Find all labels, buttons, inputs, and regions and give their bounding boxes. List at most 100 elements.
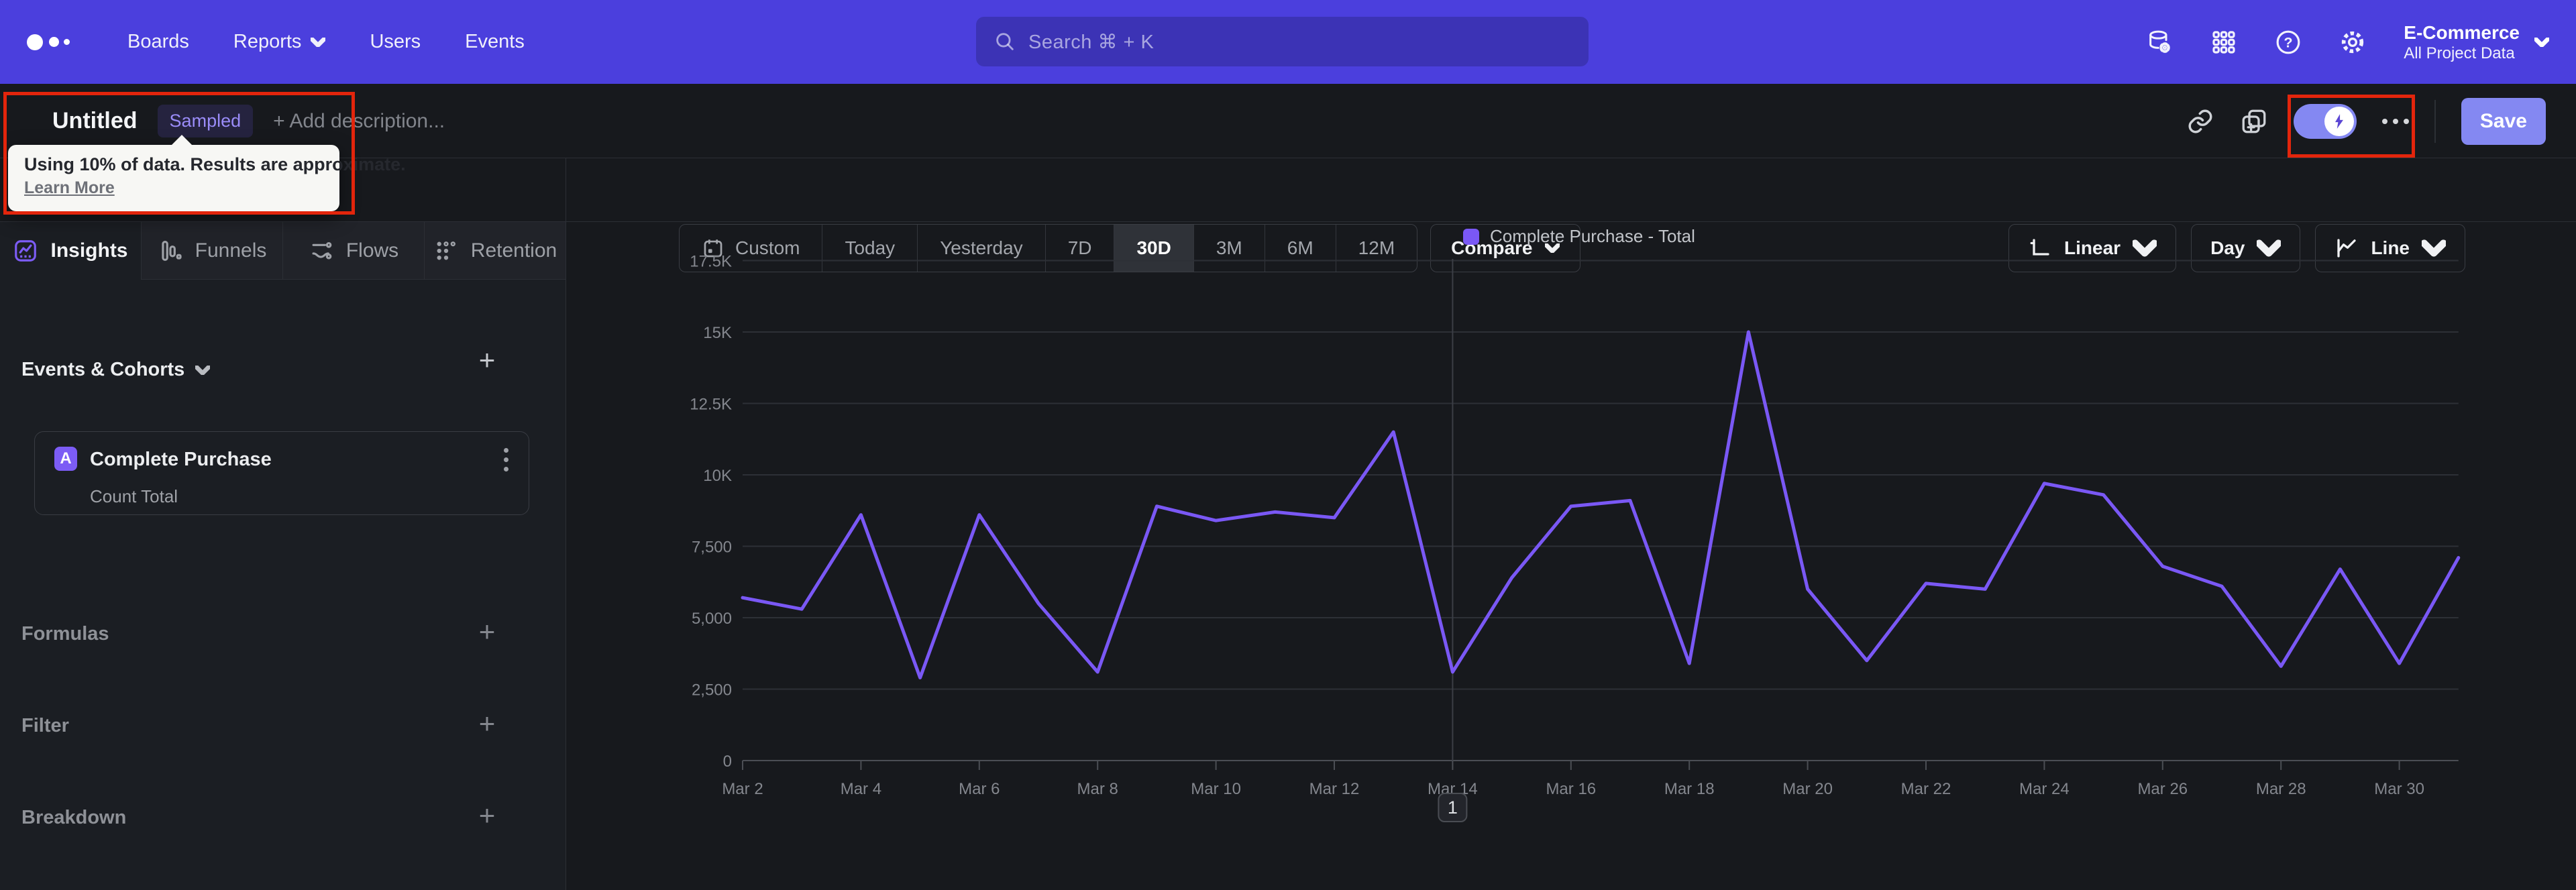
events-cohorts-label: Events & Cohorts bbox=[21, 359, 185, 380]
apps-grid-icon[interactable] bbox=[2210, 29, 2237, 56]
nav-item-label: Events bbox=[465, 31, 525, 52]
save-button[interactable]: Save bbox=[2461, 97, 2546, 145]
x-axis-tick-label: Mar 8 bbox=[1077, 780, 1118, 798]
header-divider bbox=[2434, 99, 2436, 143]
sidebar-body: Events & Cohorts + A Complete Purchase C… bbox=[0, 280, 566, 890]
add-breakdown-button[interactable]: + bbox=[474, 801, 500, 830]
sampled-badge[interactable]: Sampled bbox=[157, 105, 254, 137]
tab-label: Insights bbox=[50, 239, 128, 262]
search-placeholder: Search ⌘ + K bbox=[1028, 31, 1155, 53]
y-axis-tick-label: 2,500 bbox=[692, 681, 732, 700]
events-cohorts-header[interactable]: Events & Cohorts bbox=[21, 359, 211, 381]
search-input[interactable]: Search ⌘ + K bbox=[976, 17, 1589, 66]
search-icon bbox=[996, 33, 1014, 50]
chevron-down-icon bbox=[311, 37, 326, 47]
x-axis-tick-label: Mar 2 bbox=[722, 780, 763, 798]
filter-label: Filter bbox=[21, 715, 69, 736]
y-axis-tick-label: 12.5K bbox=[690, 396, 732, 414]
annotation-badge-label: 1 bbox=[1448, 797, 1458, 818]
insights-icon bbox=[15, 240, 37, 262]
y-axis-tick-label: 17.5K bbox=[690, 253, 732, 271]
mixpanel-logo-icon[interactable] bbox=[27, 34, 101, 50]
tab-label: Retention bbox=[470, 239, 557, 262]
chevron-down-icon bbox=[195, 365, 211, 375]
copy-duplicate-icon[interactable] bbox=[2240, 107, 2268, 135]
report-type-tabs: Insights Funnels Flows Retention bbox=[0, 221, 566, 280]
chart-panel: Custom Today Yesterday 7D 30D 3M 6M 12M Compare… bbox=[566, 158, 2576, 890]
section-formulas: Formulas bbox=[21, 623, 525, 650]
sampling-toggle[interactable] bbox=[2293, 103, 2357, 139]
chevron-down-icon bbox=[2534, 37, 2549, 47]
x-axis-tick-label: Mar 30 bbox=[2374, 780, 2424, 798]
y-axis-tick-label: 15K bbox=[703, 324, 732, 342]
x-axis-tick-label: Mar 18 bbox=[1664, 780, 1715, 798]
x-axis-tick-label: Mar 24 bbox=[2019, 780, 2070, 798]
x-axis-tick-label: Mar 22 bbox=[1901, 780, 1951, 798]
event-options-button[interactable] bbox=[504, 448, 508, 471]
top-navbar: Boards Reports Users Events Search ⌘ + K bbox=[0, 0, 2576, 84]
navbar-right: ? E-Commerce All Project Data bbox=[2146, 0, 2549, 84]
more-menu-button[interactable] bbox=[2381, 118, 2409, 124]
report-header: Untitled Sampled + Add description... Sa… bbox=[0, 84, 2576, 158]
y-axis-tick-label: 5,000 bbox=[692, 610, 732, 628]
nav-item-label: Reports bbox=[233, 31, 302, 52]
x-axis-tick-label: Mar 26 bbox=[2137, 780, 2188, 798]
tab-label: Funnels bbox=[195, 239, 267, 262]
share-link-icon[interactable] bbox=[2186, 107, 2214, 135]
section-filter: Filter bbox=[21, 715, 525, 742]
section-breakdown: Breakdown bbox=[21, 807, 525, 834]
event-name[interactable]: Complete Purchase bbox=[90, 449, 272, 471]
y-axis-tick-label: 7,500 bbox=[692, 539, 732, 557]
data-series-line[interactable] bbox=[741, 330, 2461, 679]
project-scope: All Project Data bbox=[2404, 44, 2515, 62]
x-axis-tick-label: Mar 16 bbox=[1546, 780, 1596, 798]
settings-gear-icon[interactable] bbox=[2339, 29, 2366, 56]
x-axis-tick-label: Mar 20 bbox=[1782, 780, 1833, 798]
add-formula-button[interactable]: + bbox=[474, 618, 500, 646]
add-event-button[interactable]: + bbox=[474, 346, 500, 374]
insights-report-app: Boards Reports Users Events Search ⌘ + K bbox=[0, 0, 2576, 890]
add-description-button[interactable]: + Add description... bbox=[273, 110, 445, 133]
add-filter-button[interactable]: + bbox=[474, 710, 500, 738]
retention-icon bbox=[437, 241, 455, 260]
y-axis-tick-label: 0 bbox=[723, 753, 732, 771]
lightning-bolt-icon bbox=[2334, 113, 2343, 129]
tab-label: Flows bbox=[345, 239, 399, 262]
event-card[interactable]: A Complete Purchase Count Total bbox=[34, 431, 529, 515]
x-axis-tick-label: Mar 4 bbox=[841, 780, 881, 798]
nav-item-reports[interactable]: Reports bbox=[233, 31, 326, 53]
nav-item-users[interactable]: Users bbox=[370, 31, 421, 53]
tab-funnels[interactable]: Funnels bbox=[142, 222, 283, 280]
nav-item-label: Users bbox=[370, 31, 421, 52]
svg-text:?: ? bbox=[2284, 34, 2293, 50]
x-axis-tick-label: Mar 12 bbox=[1309, 780, 1360, 798]
tab-insights[interactable]: Insights bbox=[0, 222, 142, 280]
x-axis-tick-label: Mar 6 bbox=[959, 780, 1000, 798]
series-letter-badge: A bbox=[54, 447, 77, 471]
nav-item-boards[interactable]: Boards bbox=[127, 31, 189, 53]
toggle-knob bbox=[2324, 106, 2354, 136]
report-title[interactable]: Untitled bbox=[52, 108, 138, 134]
learn-more-link[interactable]: Learn More bbox=[24, 178, 115, 198]
nav-item-label: Boards bbox=[127, 31, 189, 52]
x-axis-tick-label: Mar 10 bbox=[1191, 780, 1241, 798]
line-chart[interactable]: 0 2,500 5,000 7,500 10K 12.5K 15K 17.5K Mar 2 Mar… bbox=[566, 158, 2576, 890]
project-name: E-Commerce bbox=[2404, 22, 2520, 43]
y-axis-tick-label: 10K bbox=[703, 467, 732, 485]
tab-flows[interactable]: Flows bbox=[283, 222, 425, 280]
data-management-icon[interactable] bbox=[2146, 29, 2173, 56]
breakdown-label: Breakdown bbox=[21, 807, 127, 828]
report-actions: Save bbox=[2186, 84, 2546, 158]
funnels-icon bbox=[161, 240, 182, 261]
x-axis-tick-label: Mar 28 bbox=[2256, 780, 2306, 798]
query-sidebar: Insights Funnels Flows Retention Events … bbox=[0, 158, 566, 890]
tab-retention[interactable]: Retention bbox=[425, 222, 566, 280]
event-metric[interactable]: Count Total bbox=[90, 486, 178, 507]
project-selector[interactable]: E-Commerce All Project Data bbox=[2404, 21, 2549, 63]
nav-item-events[interactable]: Events bbox=[465, 31, 525, 53]
main-nav: Boards Reports Users Events bbox=[127, 31, 525, 53]
formulas-label: Formulas bbox=[21, 623, 109, 645]
help-icon[interactable]: ? bbox=[2275, 29, 2302, 56]
tooltip-text: Using 10% of data. Results are approxima… bbox=[24, 154, 406, 174]
sampling-tooltip: Using 10% of data. Results are approxima… bbox=[8, 135, 406, 211]
